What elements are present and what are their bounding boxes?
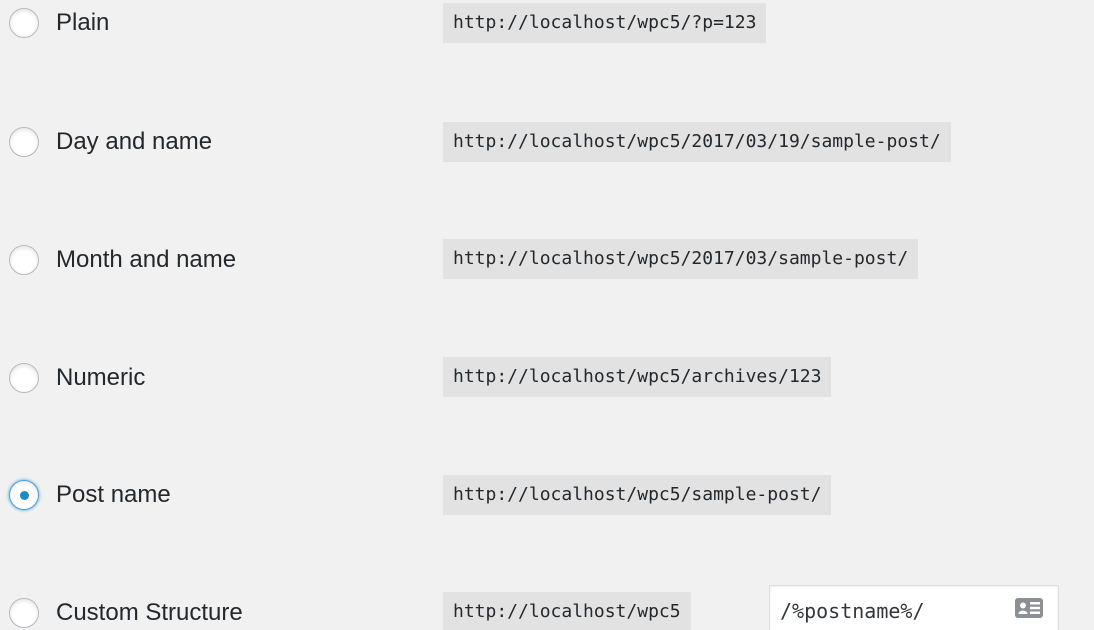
option-label-day-and-name[interactable]: Day and name (56, 126, 212, 158)
option-label-post-name[interactable]: Post name (56, 479, 171, 511)
option-label-month-and-name[interactable]: Month and name (56, 244, 236, 276)
option-label-numeric[interactable]: Numeric (56, 362, 145, 394)
radio-day-and-name[interactable] (9, 127, 39, 157)
example-url-numeric: http://localhost/wpc5/archives/123 (443, 357, 832, 397)
radio-dot (19, 490, 29, 500)
example-url-post-name: http://localhost/wpc5/sample-post/ (443, 475, 832, 515)
custom-structure-base-url: http://localhost/wpc5 (443, 592, 691, 630)
example-url-month-and-name: http://localhost/wpc5/2017/03/sample-pos… (443, 239, 919, 279)
example-url-day-and-name: http://localhost/wpc5/2017/03/19/sample-… (443, 122, 951, 162)
example-url-plain: http://localhost/wpc5/?p=123 (443, 3, 767, 43)
radio-numeric[interactable] (9, 363, 39, 393)
custom-structure-field (769, 585, 1059, 630)
radio-post-name[interactable] (9, 480, 39, 510)
option-label-plain[interactable]: Plain (56, 7, 109, 39)
radio-custom-structure[interactable] (9, 598, 39, 628)
option-label-custom-structure[interactable]: Custom Structure (56, 597, 243, 629)
contact-card-icon[interactable] (1014, 597, 1044, 619)
radio-plain[interactable] (9, 8, 39, 38)
radio-month-and-name[interactable] (9, 245, 39, 275)
custom-structure-input[interactable] (770, 586, 1010, 630)
